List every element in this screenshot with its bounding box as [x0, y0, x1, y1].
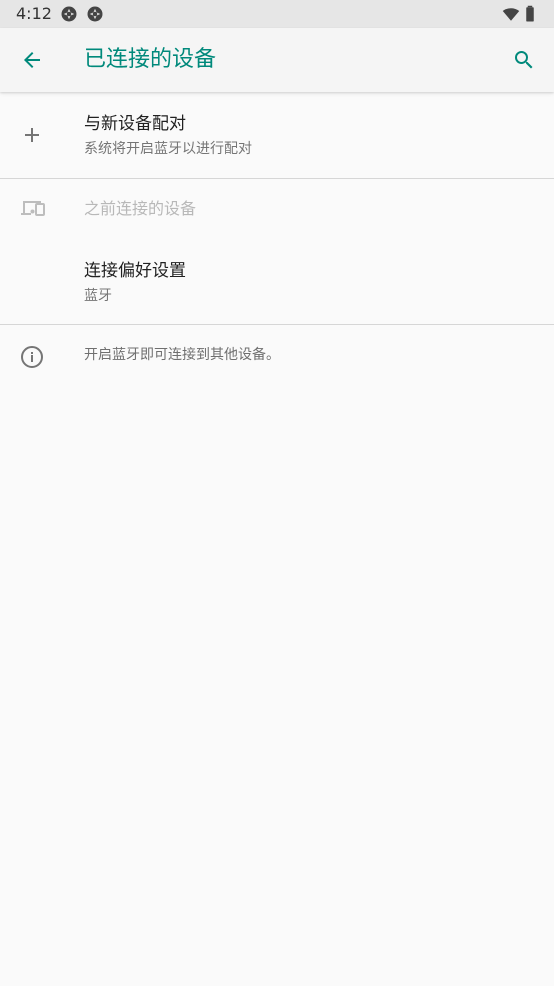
- pair-new-device-item[interactable]: 与新设备配对 系统将开启蓝牙以进行配对: [0, 93, 554, 178]
- status-bar: 4:12: [0, 0, 554, 28]
- connection-preferences-item[interactable]: 连接偏好设置 蓝牙: [0, 240, 554, 324]
- connection-preferences-title: 连接偏好设置: [84, 261, 186, 281]
- search-icon: [512, 48, 536, 72]
- battery-icon: [524, 5, 536, 23]
- pair-new-device-title: 与新设备配对: [84, 114, 186, 134]
- pair-new-device-subtitle: 系统将开启蓝牙以进行配对: [84, 141, 252, 157]
- info-icon: [20, 345, 44, 369]
- sync-icon: [86, 5, 104, 23]
- back-button[interactable]: [8, 36, 56, 84]
- previously-connected-devices-item: 之前连接的设备: [0, 179, 554, 239]
- app-bar: 已连接的设备: [0, 28, 554, 92]
- footer-text: 开启蓝牙即可连接到其他设备。: [84, 347, 280, 363]
- plus-icon: [20, 123, 44, 147]
- devices-icon: [20, 196, 46, 220]
- status-time: 4:12: [16, 4, 52, 23]
- wifi-icon: [502, 5, 520, 23]
- search-button[interactable]: [500, 36, 548, 84]
- arrow-left-icon: [20, 48, 44, 72]
- previously-connected-devices-title: 之前连接的设备: [84, 199, 197, 218]
- sync-icon: [60, 5, 78, 23]
- connection-preferences-subtitle: 蓝牙: [84, 288, 112, 304]
- footer-info: 开启蓝牙即可连接到其他设备。: [0, 325, 554, 385]
- page-title: 已连接的设备: [84, 47, 217, 72]
